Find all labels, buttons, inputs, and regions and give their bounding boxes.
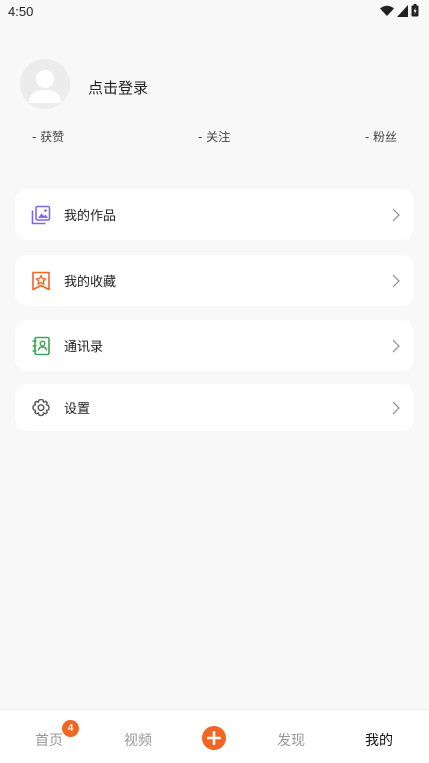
fans-count[interactable]: - 粉丝 <box>365 128 397 145</box>
avatar[interactable] <box>20 59 70 109</box>
likes-count[interactable]: - 获赞 <box>32 128 64 145</box>
cell-signal-icon <box>397 4 408 17</box>
menu-item-contacts[interactable]: 通讯录 <box>15 320 414 371</box>
add-post-button[interactable] <box>202 726 226 750</box>
tab-mine[interactable]: 我的 <box>365 730 393 750</box>
tab-video[interactable]: 视频 <box>124 730 152 750</box>
menu-item-label: 我的作品 <box>64 209 117 224</box>
following-count[interactable]: - 关注 <box>198 128 230 145</box>
menu-item-my-works[interactable]: 我的作品 <box>15 189 414 240</box>
menu-item-label: 通讯录 <box>64 340 104 355</box>
bottom-navigation: 首页 4 视频 发现 我的 <box>0 709 429 763</box>
home-badge: 4 <box>62 720 79 737</box>
chevron-right-icon <box>392 339 400 352</box>
user-placeholder-icon <box>29 70 61 103</box>
star-bookmark-icon <box>31 271 51 291</box>
menu-item-settings[interactable]: 设置 <box>15 384 414 431</box>
battery-icon <box>411 4 419 17</box>
chevron-right-icon <box>392 208 400 221</box>
status-time: 4:50 <box>8 4 34 19</box>
gear-icon <box>31 398 51 418</box>
tab-home[interactable]: 首页 <box>35 730 63 750</box>
menu-item-my-favorites[interactable]: 我的收藏 <box>15 255 414 306</box>
login-link[interactable]: 点击登录 <box>88 77 148 98</box>
status-bar: 4:50 <box>0 0 429 24</box>
tab-discover[interactable]: 发现 <box>277 730 305 750</box>
status-icons <box>380 4 419 17</box>
plus-icon <box>207 731 221 745</box>
wifi-icon <box>380 5 394 16</box>
menu-item-label: 我的收藏 <box>64 275 117 290</box>
chevron-right-icon <box>392 274 400 287</box>
chevron-right-icon <box>392 401 400 414</box>
contacts-book-icon <box>31 336 51 356</box>
profile-screen: 4:50 点击登录 - 获赞 - 关注 - 粉丝 我的作品 我的收藏 通讯录 设… <box>0 0 429 763</box>
gallery-icon <box>31 205 51 225</box>
menu-item-label: 设置 <box>64 402 91 417</box>
